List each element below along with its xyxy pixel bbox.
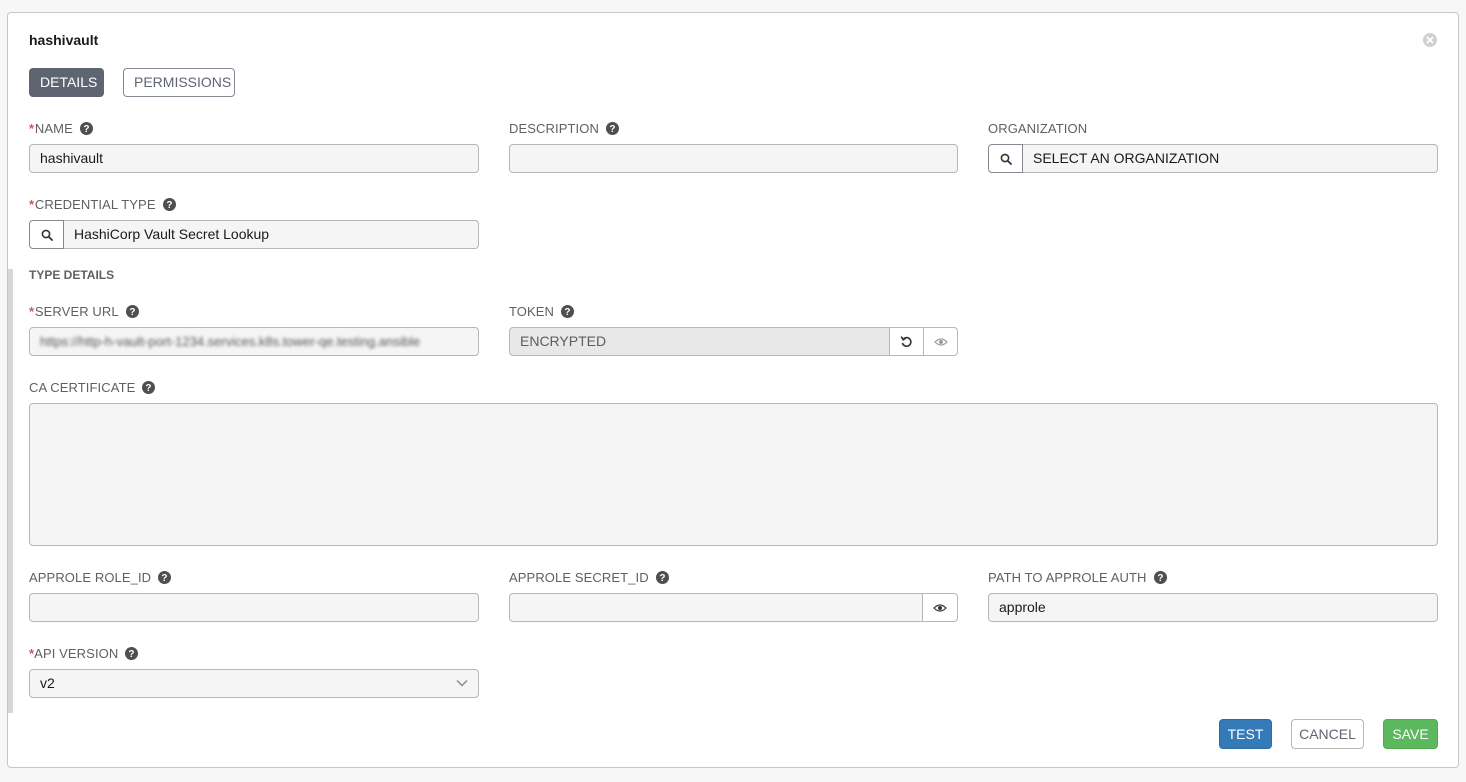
organization-search-button[interactable] [988,144,1023,173]
svg-text:?: ? [609,124,615,135]
api-version-label: * API VERSION ? [29,646,139,661]
chevron-down-icon [456,679,468,687]
ca-certificate-textarea[interactable] [29,403,1438,546]
help-icon[interactable]: ? [125,305,139,318]
approle-secret-id-group [509,593,958,622]
organization-input[interactable]: SELECT AN ORGANIZATION [1023,144,1438,173]
close-icon[interactable] [1423,33,1437,47]
token-field-group: ENCRYPTED [509,327,958,356]
help-icon[interactable]: ? [142,381,156,394]
save-button[interactable]: SAVE [1383,719,1438,749]
credential-type-label: * CREDENTIAL TYPE ? [29,197,176,212]
token-show-button[interactable] [924,327,958,356]
help-icon[interactable]: ? [162,198,176,211]
svg-text:?: ? [659,573,665,584]
tab-permissions[interactable]: PERMISSIONS [123,68,235,97]
form-title: hashivault [29,32,99,48]
token-label: TOKEN ? [509,304,575,319]
token-input[interactable]: ENCRYPTED [509,327,890,356]
help-icon[interactable]: ? [158,571,172,584]
tab-details[interactable]: DETAILS [29,68,104,97]
organization-lookup: SELECT AN ORGANIZATION [988,144,1438,173]
approle-role-id-input[interactable] [29,593,479,622]
test-button[interactable]: TEST [1219,719,1272,749]
server-url-input[interactable]: https://http-h-vault-port-1234.services.… [29,327,479,356]
search-icon [41,229,53,241]
approle-secret-id-show-button[interactable] [923,593,958,622]
svg-text:?: ? [564,307,570,318]
help-icon[interactable]: ? [561,305,575,318]
svg-text:?: ? [129,307,135,318]
eye-icon [933,603,947,612]
svg-text:?: ? [1157,573,1163,584]
svg-text:?: ? [83,124,89,135]
help-icon[interactable]: ? [605,122,619,135]
server-url-label: * SERVER URL ? [29,304,139,319]
type-details-indicator-bar [8,269,13,713]
api-version-select[interactable]: v2 [29,669,479,698]
svg-text:?: ? [162,573,168,584]
required-marker: * [29,304,35,319]
approle-secret-id-label: APPROLE SECRET_ID ? [509,570,669,585]
server-url-value: https://http-h-vault-port-1234.services.… [40,334,421,349]
help-icon[interactable]: ? [655,571,669,584]
type-details-heading: TYPE DETAILS [29,268,115,282]
approle-role-id-label: APPROLE ROLE_ID ? [29,570,172,585]
name-label: * NAME ? [29,121,93,136]
help-icon[interactable]: ? [1153,571,1167,584]
organization-label: ORGANIZATION [988,121,1088,136]
path-to-approle-auth-input[interactable]: approle [988,593,1438,622]
svg-text:?: ? [146,383,152,394]
required-marker: * [29,197,35,212]
search-icon [1000,153,1012,165]
path-to-approle-auth-label: PATH TO APPROLE AUTH ? [988,570,1167,585]
description-input[interactable] [509,144,958,173]
credential-type-input[interactable]: HashiCorp Vault Secret Lookup [64,220,479,249]
credential-form-panel: hashivault DETAILS PERMISSIONS * NAME ? … [7,12,1459,768]
eye-icon [933,337,948,346]
undo-icon [900,336,912,347]
help-icon[interactable]: ? [125,647,139,660]
description-label: DESCRIPTION ? [509,121,619,136]
required-marker: * [29,121,35,136]
cancel-button[interactable]: CANCEL [1291,719,1364,749]
svg-text:?: ? [129,649,135,660]
credential-type-lookup: HashiCorp Vault Secret Lookup [29,220,479,249]
ca-certificate-label: CA CERTIFICATE ? [29,380,156,395]
api-version-value: v2 [40,675,55,691]
help-icon[interactable]: ? [79,122,93,135]
approle-secret-id-input[interactable] [509,593,923,622]
token-replace-button[interactable] [890,327,924,356]
name-input[interactable]: hashivault [29,144,479,173]
credential-type-search-button[interactable] [29,220,64,249]
svg-text:?: ? [166,200,172,211]
